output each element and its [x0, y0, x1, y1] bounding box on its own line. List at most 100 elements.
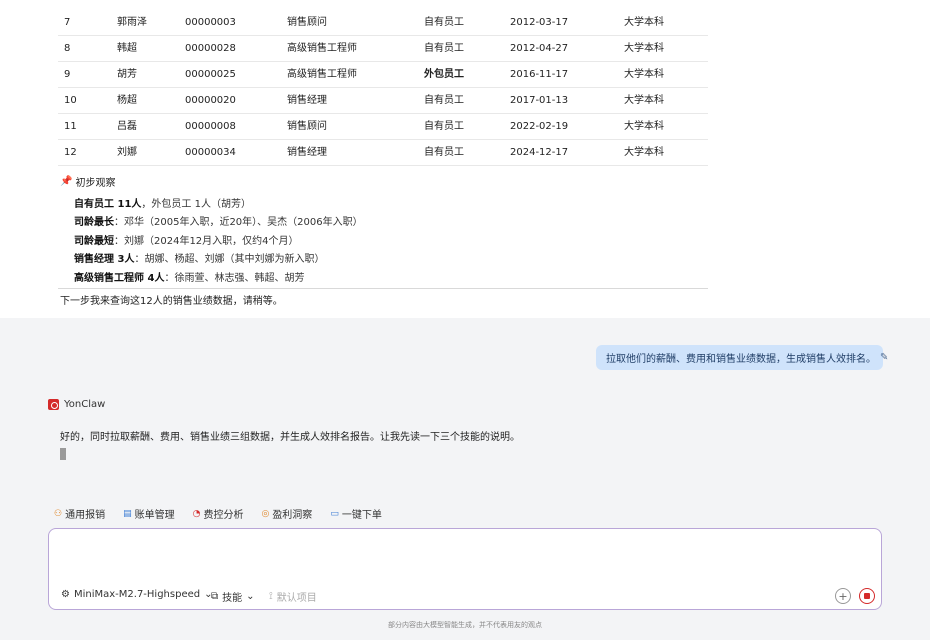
disclaimer-text: 部分内容由大模型智能生成，并不代表用友的观点: [388, 621, 542, 629]
bot-header: YonClaw: [48, 399, 105, 410]
quick-action-label: 通用报销: [65, 510, 106, 521]
project-selector[interactable]: ⟟ 默认项目: [269, 589, 317, 604]
cell-date: 2024-12-17: [510, 147, 569, 158]
model-name: MiniMax-M2.7-Highspeed: [73, 589, 201, 600]
quick-action-bill-management[interactable]: ▤ 账单管理: [123, 506, 175, 522]
cell-position: 销售经理: [287, 95, 327, 106]
cell-id: 00000028: [185, 43, 236, 54]
table-row: 9 胡芳 00000025 高级销售工程师 外包员工 2016-11-17 大学…: [58, 62, 708, 88]
cell-name: 刘娜: [117, 147, 137, 158]
project-icon: ⟟: [269, 591, 273, 602]
cell-date: 2022-02-19: [510, 121, 569, 132]
observation-label: 高级销售工程师 4人: [74, 273, 165, 284]
observation-label: 自有员工 11人: [74, 199, 142, 210]
quick-action-general-reimburse[interactable]: ⚇ 通用报销: [54, 506, 106, 522]
cell-id: 00000003: [185, 17, 236, 28]
user-message-bubble: 拉取他们的薪酬、费用和销售业绩数据，生成销售人效排名。 ✎: [596, 345, 888, 370]
cell-date: 2017-01-13: [510, 95, 569, 106]
cell-edu: 大学本科: [624, 43, 664, 54]
quick-action-label: 盈利洞察: [272, 510, 313, 521]
cell-position: 销售顾问: [287, 121, 327, 132]
observation-text: ：胡娜、杨超、刘娜（其中刘娜为新入职）: [134, 254, 325, 265]
observation-text: ，外包员工 1人（胡芳）: [141, 199, 251, 210]
cell-type: 自有员工: [424, 95, 464, 106]
cell-id: 00000020: [185, 95, 236, 106]
observation-heading: 📌 初步观察: [60, 174, 116, 189]
bot-name: YonClaw: [64, 399, 106, 410]
cell-edu: 大学本科: [624, 95, 664, 106]
cell-type: 外包员工: [424, 69, 464, 80]
observation-item: 高级销售工程师 4人：徐雨萱、林志强、韩超、胡芳: [74, 269, 304, 284]
skill-label: 技能: [222, 593, 243, 604]
chat-history-area: 7 郭雨泽 00000003 销售顾问 自有员工 2012-03-17 大学本科…: [0, 0, 930, 318]
model-selector[interactable]: ⚙ MiniMax-M2.7-Highspeed ⌄: [61, 589, 213, 600]
cell-no: 11: [64, 121, 77, 132]
cell-id: 00000025: [185, 69, 236, 80]
cell-name: 郭雨泽: [117, 17, 147, 28]
cell-edu: 大学本科: [624, 17, 664, 28]
table-row: 10 杨超 00000020 销售经理 自有员工 2017-01-13 大学本科: [58, 88, 708, 114]
cell-edu: 大学本科: [624, 147, 664, 158]
plus-icon: +: [838, 589, 848, 603]
cell-type: 自有员工: [424, 121, 464, 132]
reimburse-icon: ⚇: [54, 508, 63, 519]
quick-action-label: 费控分析: [203, 510, 244, 521]
quick-action-expense-analysis[interactable]: ◔ 费控分析: [193, 506, 244, 522]
observation-label: 销售经理 3人: [74, 254, 135, 265]
quick-action-profit-insight[interactable]: ◎ 盈利洞察: [261, 506, 313, 522]
gear-icon: ⚙: [61, 589, 70, 600]
chevron-down-icon: ⌄: [246, 591, 255, 602]
cell-no: 9: [64, 69, 71, 80]
cell-position: 高级销售工程师: [287, 43, 357, 54]
cell-position: 高级销售工程师: [287, 69, 357, 80]
cell-name: 吕磊: [117, 121, 137, 132]
message-composer: ⚙ MiniMax-M2.7-Highspeed ⌄ ⧉ 技能 ⌄ ⟟ 默认项目…: [48, 528, 882, 610]
pushpin-icon: 📌: [60, 175, 73, 187]
observation-title: 初步观察: [75, 177, 116, 189]
cell-id: 00000008: [185, 121, 236, 132]
project-label: 默认项目: [276, 593, 317, 604]
stop-button[interactable]: [859, 588, 875, 604]
skill-selector[interactable]: ⧉ 技能 ⌄: [211, 589, 255, 604]
cell-position: 销售经理: [287, 147, 327, 158]
table-row: 11 吕磊 00000008 销售顾问 自有员工 2022-02-19 大学本科: [58, 114, 708, 140]
observation-text: ：徐雨萱、林志强、韩超、胡芳: [164, 273, 305, 284]
cell-no: 10: [64, 95, 77, 106]
observation-item: 司龄最长：邓华（2005年入职，近20年）、吴杰（2006年入职）: [74, 213, 363, 228]
cell-date: 2012-03-17: [510, 17, 569, 28]
cell-type: 自有员工: [424, 43, 464, 54]
section-divider: [58, 288, 708, 289]
user-message-text: 拉取他们的薪酬、费用和销售业绩数据，生成销售人效排名。: [606, 354, 876, 365]
observation-text: ：邓华（2005年入职，近20年）、吴杰（2006年入职）: [114, 217, 363, 228]
order-icon: ▭: [330, 508, 339, 519]
cell-name: 韩超: [117, 43, 137, 54]
typing-cursor: [60, 448, 66, 460]
observation-item: 司龄最短：刘娜（2024年12月入职，仅约4个月）: [74, 232, 299, 247]
quick-action-one-click-order[interactable]: ▭ 一键下单: [330, 506, 382, 522]
cell-name: 杨超: [117, 95, 137, 106]
observation-item: 自有员工 11人，外包员工 1人（胡芳）: [74, 195, 251, 210]
edit-icon[interactable]: ✎: [880, 352, 888, 363]
cell-name: 胡芳: [117, 69, 137, 80]
table-row: 7 郭雨泽 00000003 销售顾问 自有员工 2012-03-17 大学本科: [58, 10, 708, 36]
observation-label: 司龄最短: [74, 236, 114, 247]
quick-action-bar: ⚇ 通用报销 ▤ 账单管理 ◔ 费控分析 ◎ 盈利洞察 ▭ 一键下单: [54, 506, 382, 522]
cell-date: 2016-11-17: [510, 69, 569, 80]
stop-icon: [864, 593, 870, 599]
cell-type: 自有员工: [424, 17, 464, 28]
observation-label: 司龄最长: [74, 217, 114, 228]
cell-position: 销售顾问: [287, 17, 327, 28]
cell-edu: 大学本科: [624, 121, 664, 132]
cell-no: 7: [64, 17, 71, 28]
add-button[interactable]: +: [835, 588, 851, 604]
cell-edu: 大学本科: [624, 69, 664, 80]
message-input[interactable]: [61, 537, 861, 581]
cell-no: 12: [64, 147, 77, 158]
table-row: 12 刘娜 00000034 销售经理 自有员工 2024-12-17 大学本科: [58, 140, 708, 166]
bill-icon: ▤: [123, 508, 132, 519]
quick-action-label: 一键下单: [341, 510, 382, 521]
cell-date: 2012-04-27: [510, 43, 569, 54]
next-step-text: 下一步我来查询这12人的销售业绩数据，请稍等。: [60, 296, 283, 307]
cell-id: 00000034: [185, 147, 236, 158]
bot-message-text: 好的，同时拉取薪酬、费用、销售业绩三组数据，并生成人效排名报告。让我先读一下三个…: [60, 432, 520, 443]
